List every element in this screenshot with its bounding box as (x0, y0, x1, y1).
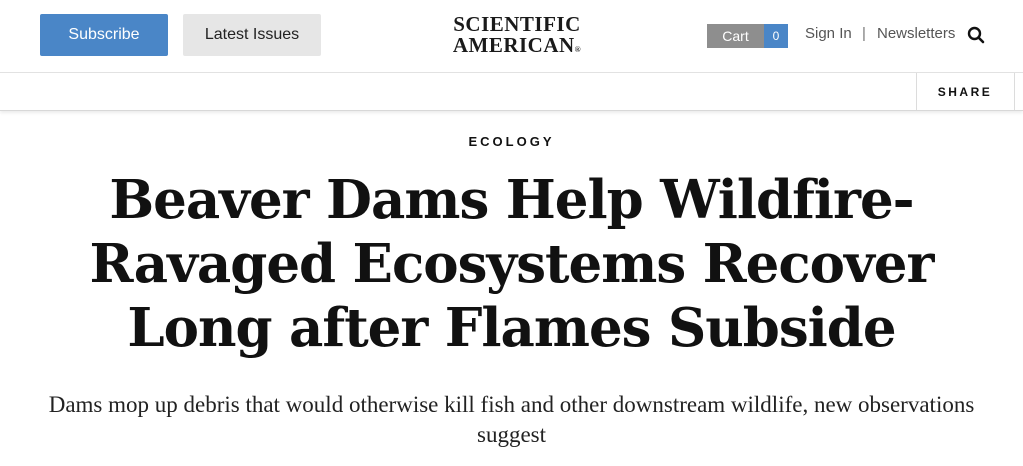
cart-label: Cart (707, 24, 764, 48)
share-divider-right (1014, 73, 1015, 110)
subscribe-button[interactable]: Subscribe (40, 14, 168, 56)
latest-issues-button[interactable]: Latest Issues (183, 14, 321, 56)
logo-registered-mark: ® (574, 45, 582, 54)
logo-line-1: SCIENTIFIC (453, 12, 581, 36)
nav-separator: | (862, 25, 866, 42)
logo-line-2: AMERICAN® (437, 35, 597, 60)
logo-line-2-text: AMERICAN (452, 33, 575, 57)
sign-in-link[interactable]: Sign In (805, 25, 852, 42)
search-icon[interactable] (967, 26, 985, 44)
site-logo[interactable]: SCIENTIFIC AMERICAN® (437, 14, 597, 60)
share-bar: SHARE (0, 73, 1023, 111)
cart-count-badge: 0 (764, 24, 788, 48)
cart-button[interactable]: Cart 0 (707, 24, 788, 48)
share-button[interactable]: SHARE (916, 73, 1014, 110)
newsletters-link[interactable]: Newsletters (877, 25, 955, 42)
article-dek: Dams mop up debris that would otherwise … (48, 392, 975, 447)
article-headline: Beaver Dams Help Wildfire-Ravaged Ecosys… (89, 169, 935, 359)
article-category[interactable]: ECOLOGY (0, 134, 1023, 149)
site-header: Subscribe Latest Issues SCIENTIFIC AMERI… (0, 0, 1023, 73)
